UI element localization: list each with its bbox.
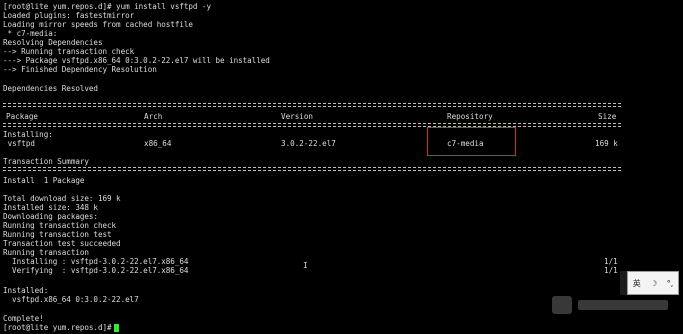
terminal-line: --> Finished Dependency Resolution bbox=[3, 65, 157, 74]
terminal-line: * c7-media: bbox=[3, 29, 58, 38]
table-header-package: Package bbox=[6, 112, 39, 121]
table-cell-package: vsftpd bbox=[3, 139, 36, 148]
table-separator bbox=[3, 167, 621, 171]
terminal-line: Dependencies Resolved bbox=[3, 84, 98, 93]
terminal-line: Loaded plugins: fastestmirror bbox=[3, 11, 135, 20]
ime-language-toggle[interactable]: 英 bbox=[633, 278, 641, 289]
terminal-line: vsftpd.x86_64 0:3.0.2-22.el7 bbox=[3, 295, 139, 304]
terminal-line: Transaction Summary bbox=[3, 157, 89, 166]
terminal-line: Installing : vsftpd-3.0.2-22.el7.x86_64 bbox=[3, 257, 189, 266]
terminal-line: Install 1 Package bbox=[3, 176, 85, 185]
table-header-arch: Arch bbox=[144, 112, 163, 121]
text-cursor bbox=[114, 324, 119, 332]
terminal-line: --> Running transaction check bbox=[3, 47, 135, 56]
progress-installing: 1/1 bbox=[604, 257, 618, 266]
terminal-line: Running transaction bbox=[3, 248, 89, 257]
table-header-repository: Repository bbox=[447, 112, 493, 121]
punctuation-toggle[interactable]: °, bbox=[667, 279, 674, 288]
terminal-line: Installed size: 348 k bbox=[3, 203, 98, 212]
terminal-line: Verifying : vsftpd-3.0.2-22.el7.x86_64 bbox=[3, 266, 189, 275]
table-cell-arch: x86_64 bbox=[144, 139, 172, 148]
terminal-line: Downloading packages: bbox=[3, 212, 98, 221]
terminal-line: Total download size: 169 k bbox=[3, 194, 121, 203]
table-cell-size: 169 k bbox=[595, 139, 618, 148]
terminal-line: Complete! bbox=[3, 314, 44, 323]
terminal-line: Transaction test succeeded bbox=[3, 239, 121, 248]
terminal-line: Resolving Dependencies bbox=[3, 38, 103, 47]
table-header-size: Size bbox=[598, 112, 617, 121]
table-cell-version: 3.0.2-22.el7 bbox=[281, 139, 336, 148]
moon-icon[interactable]: ☽ bbox=[650, 279, 657, 288]
table-separator bbox=[3, 123, 621, 127]
table-separator bbox=[3, 103, 621, 107]
terminal-line: Installed: bbox=[3, 286, 49, 295]
terminal-line: Loading mirror speeds from cached hostfi… bbox=[3, 20, 193, 29]
terminal-line: Installing: bbox=[3, 130, 53, 139]
watermark-logo bbox=[552, 296, 668, 314]
terminal-window[interactable]: [root@lite yum.repos.d]# yum install vsf… bbox=[0, 0, 683, 334]
terminal-line-command: [root@lite yum.repos.d]# yum install vsf… bbox=[3, 2, 212, 11]
terminal-line: Running transaction test bbox=[3, 230, 112, 239]
terminal-line: ---> Package vsftpd.x86_64 0:3.0.2-22.el… bbox=[3, 56, 270, 65]
table-header-version: Version bbox=[281, 112, 314, 121]
terminal-line: Running transaction check bbox=[3, 221, 117, 230]
repository-highlight-box bbox=[427, 127, 516, 156]
progress-verifying: 1/1 bbox=[604, 266, 618, 275]
mouse-ibeam-icon: I bbox=[303, 261, 308, 270]
terminal-prompt[interactable]: [root@lite yum.repos.d]# bbox=[3, 323, 116, 332]
